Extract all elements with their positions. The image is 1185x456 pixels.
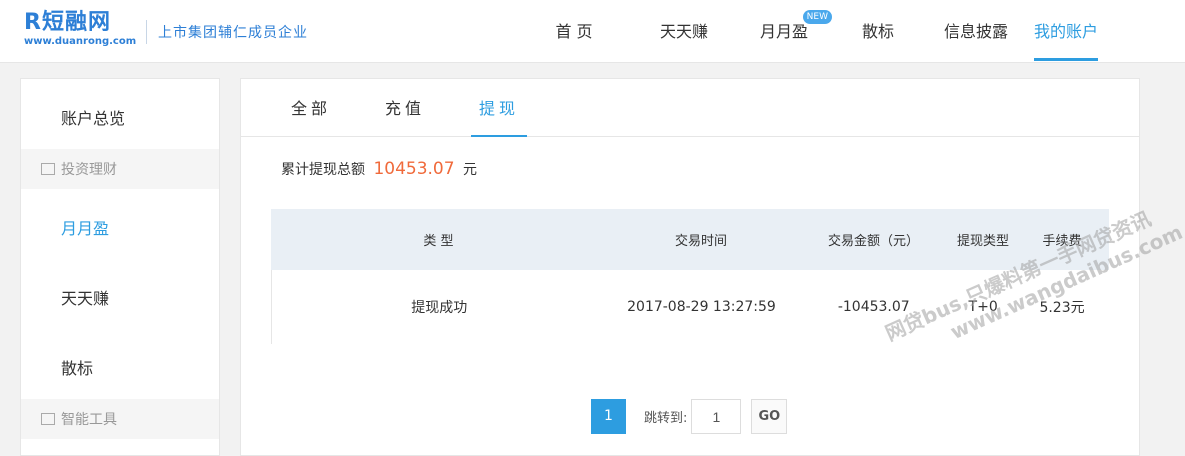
nav-my-account[interactable]: 我的账户 <box>1034 0 1098 63</box>
main-nav: 首 页 天天赚 月月盈 NEW 散标 信息披露 我的账户 <box>530 0 1098 63</box>
col-amount: 交易金额（元） <box>827 234 919 249</box>
sidebar-item-overview[interactable]: 账户总览 <box>21 105 219 129</box>
nav-sanbiao[interactable]: 散标 <box>834 0 922 63</box>
top-header: R短融网 www.duanrong.com 上市集团辅仁成员企业 首 页 天天赚… <box>0 0 1185 63</box>
withdraw-summary: 累计提现总额 10453.07 元 <box>281 159 477 179</box>
page-button-current[interactable]: 1 <box>591 399 626 434</box>
nav-disclosure[interactable]: 信息披露 <box>932 0 1020 63</box>
account-sidebar: 账户总览 投资理财 月月盈 天天赚 散标 智能工具 <box>20 78 220 456</box>
tab-recharge[interactable]: 充值 <box>381 79 429 137</box>
new-badge: NEW <box>802 10 832 24</box>
record-tabs: 全部 充值 提现 <box>241 79 1139 137</box>
summary-unit: 元 <box>463 162 478 178</box>
jump-page-input[interactable] <box>691 399 742 434</box>
nav-tiantianzhuan[interactable]: 天天赚 <box>634 0 734 63</box>
sidebar-group-invest: 投资理财 <box>21 149 219 189</box>
sidebar-item-tiantianzhuan[interactable]: 天天赚 <box>21 285 219 309</box>
sidebar-group-tools-label: 智能工具 <box>61 412 117 428</box>
site-logo[interactable]: R短融网 www.duanrong.com <box>24 10 136 52</box>
sidebar-item-sanbiao[interactable]: 散标 <box>21 355 219 379</box>
cell-type: 提现成功 <box>411 300 468 316</box>
nav-sanbiao-label: 散标 <box>861 22 894 41</box>
pagination: 1 跳转到: GO <box>591 399 788 434</box>
summary-amount: 10453.07 <box>373 159 455 179</box>
logo-text: R短融网 <box>24 10 111 35</box>
cell-time: 2017-08-29 13:27:59 <box>627 299 776 315</box>
jump-label: 跳转到: <box>644 411 688 426</box>
sidebar-group-invest-label: 投资理财 <box>61 162 117 178</box>
nav-yueyueying[interactable]: 月月盈 NEW <box>734 0 834 63</box>
col-type: 类 型 <box>423 234 454 249</box>
sidebar-group-tools: 智能工具 <box>21 399 219 439</box>
nav-my-account-label: 我的账户 <box>1034 22 1099 41</box>
toolbox-icon <box>41 413 55 425</box>
logo-divider <box>146 20 147 44</box>
tab-all[interactable]: 全部 <box>287 79 335 137</box>
sidebar-item-yueyueying[interactable]: 月月盈 <box>21 215 219 239</box>
go-button[interactable]: GO <box>751 399 788 434</box>
nav-yueyueying-label: 月月盈 <box>759 22 808 41</box>
nav-tiantianzhuan-label: 天天赚 <box>659 22 708 41</box>
nav-home-label: 首 页 <box>555 22 593 41</box>
summary-label: 累计提现总额 <box>281 162 365 178</box>
slogan: 上市集团辅仁成员企业 <box>158 25 308 41</box>
logo-url: www.duanrong.com <box>24 36 137 47</box>
chart-icon <box>41 163 55 175</box>
col-time: 交易时间 <box>674 234 727 249</box>
nav-home[interactable]: 首 页 <box>530 0 618 63</box>
tab-withdraw[interactable]: 提现 <box>471 79 527 137</box>
col-withdraw-type: 提现类型 <box>956 234 1009 249</box>
nav-disclosure-label: 信息披露 <box>943 22 1008 41</box>
table-header: 类 型 交易时间 交易金额（元） 提现类型 手续费 <box>271 209 1109 270</box>
